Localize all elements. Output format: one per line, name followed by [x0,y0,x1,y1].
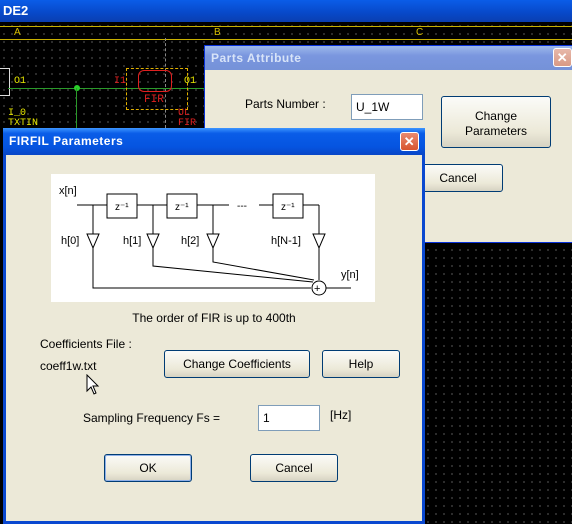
delay-label: z⁻¹ [175,202,189,213]
ruler-label-b: B [214,27,221,38]
delay-label: z⁻¹ [281,202,295,213]
sampling-frequency-unit: [Hz] [330,408,352,422]
coeff-label-hn: h[N-1] [271,235,301,247]
help-button[interactable]: Help [322,350,400,378]
change-parameters-button[interactable]: Change Parameters [441,96,551,148]
firfil-cancel-button[interactable]: Cancel [250,454,338,482]
ruler-label-c: C [416,27,424,38]
diagram-y-label: y[n] [341,269,359,281]
sampling-frequency-input[interactable]: 1 [258,405,320,431]
fir-block-diagram: x[n] z⁻¹ z⁻¹ --- z⁻¹ h[0] h[1] h[2] h[N- [51,174,375,302]
coeff-file-label: Coefficients File : [40,337,132,351]
gain-triangle [206,233,220,250]
net-label-o1: O1 [14,76,27,87]
gain-triangle [146,233,160,250]
coeff-label-h1: h[1] [123,235,141,247]
wire-junction [74,85,80,91]
pin-label-i1: I1 [114,76,127,87]
parts-number-field[interactable]: U_1W [351,94,423,120]
coeff-label-h2: h[2] [181,235,199,247]
parts-close-icon[interactable]: ✕ [553,48,572,67]
diagram-ellipsis: --- [237,201,247,212]
firfil-title: FIRFIL Parameters [9,134,124,148]
coeff-file-value: coeff1w.txt [40,359,97,373]
delay-label: z⁻¹ [115,202,129,213]
gain-triangle [86,233,100,250]
firfil-parameters-dialog: FIRFIL Parameters ✕ x[n] z⁻¹ z⁻¹ --- z⁻¹ [3,128,425,524]
gain-triangle [312,233,326,250]
parts-number-label: Parts Number : [245,97,326,111]
component-label-fir: FIR [144,94,164,106]
fir-order-text: The order of FIR is up to 400th [132,311,296,325]
coeff-label-h0: h[0] [61,235,79,247]
parts-attribute-titlebar[interactable]: Parts Attribute ✕ [205,46,572,70]
schematic-window-title: DE2 [0,0,572,22]
diagram-x-label: x[n] [59,185,77,197]
parts-cancel-button[interactable]: Cancel [413,164,503,192]
schematic-title-text: DE2 [3,3,29,18]
ruler-label-a: A [14,27,21,38]
fir-symbol-icon [138,70,172,92]
schematic-ruler: A B C [0,26,572,40]
input-port-symbol[interactable] [0,68,10,96]
change-coefficients-button[interactable]: Change Coefficients [164,350,310,378]
parts-attribute-title: Parts Attribute [211,51,302,65]
mouse-cursor-icon [86,373,100,400]
firfil-titlebar[interactable]: FIRFIL Parameters ✕ [3,128,425,155]
pin-label-o1: O1 [184,76,197,87]
adder-plus-icon: + [314,283,320,295]
fir-diagram-svg: x[n] z⁻¹ z⁻¹ --- z⁻¹ h[0] h[1] h[2] h[N- [59,185,359,296]
ok-button[interactable]: OK [104,454,192,482]
sampling-frequency-label: Sampling Frequency Fs = [83,411,221,425]
wire[interactable] [76,88,77,130]
firfil-close-icon[interactable]: ✕ [400,132,419,151]
